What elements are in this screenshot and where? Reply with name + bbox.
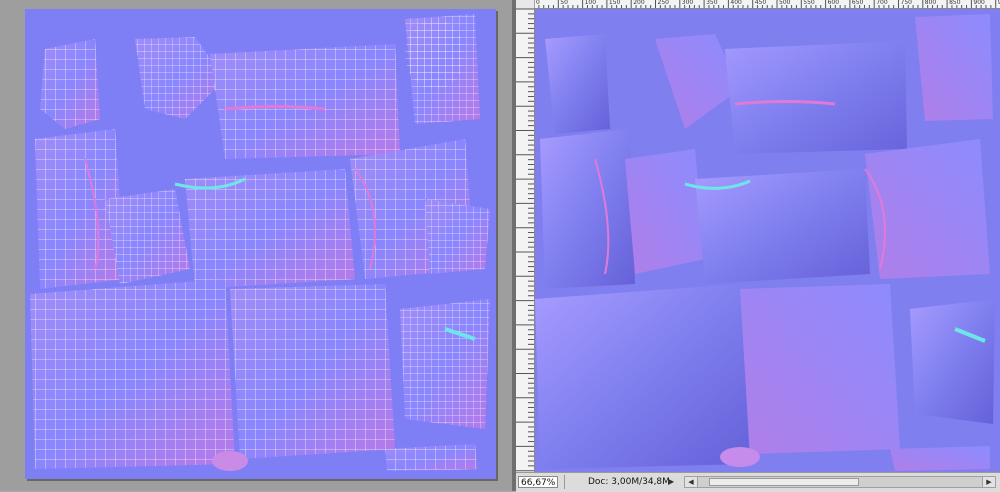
left-document-area bbox=[0, 0, 512, 491]
ruler-tick-label: 50 bbox=[560, 0, 568, 6]
ruler-tick-label: 300 bbox=[681, 0, 694, 6]
scroll-left-icon[interactable]: ◀ bbox=[685, 477, 698, 487]
uv-wireframe-canvas[interactable] bbox=[25, 9, 496, 479]
ruler-tick-label: 700 bbox=[876, 0, 888, 6]
ruler-tick-label: 850 bbox=[949, 0, 961, 6]
horizontal-ruler[interactable]: 0 50 100 150 200 250 300 350 400 450 500 550 600 650 7… bbox=[534, 0, 1000, 9]
uv-wireframe-art bbox=[30, 14, 490, 471]
normal-map-canvas[interactable] bbox=[535, 9, 1000, 472]
normal-map-art bbox=[535, 14, 995, 471]
zoom-level-field[interactable]: 66,67% bbox=[518, 476, 558, 488]
ruler-tick-label: 200 bbox=[633, 0, 645, 6]
ruler-tick-label: 500 bbox=[779, 0, 791, 6]
ruler-tick-label: 600 bbox=[827, 0, 840, 6]
ruler-tick-label: 100 bbox=[584, 0, 597, 6]
ruler-tick-label: 350 bbox=[706, 0, 718, 6]
ruler-tick-label: 400 bbox=[730, 0, 742, 6]
ruler-tick-label: 900 bbox=[973, 0, 985, 6]
scroll-right-icon[interactable]: ▶ bbox=[982, 477, 995, 487]
vertical-ruler[interactable] bbox=[516, 9, 535, 472]
ruler-tick-label: 550 bbox=[803, 0, 815, 6]
document-window: 0 50 100 150 200 250 300 350 400 450 500 550 600 650 7… bbox=[516, 0, 1000, 492]
ruler-tick-label: 0 bbox=[536, 0, 540, 6]
status-bar: 66,67% Doc: 3,00M/34,8M ▶ ◀ ▶ bbox=[516, 472, 1000, 492]
ruler-tick-label: 800 bbox=[924, 0, 937, 6]
ruler-tick-label: 650 bbox=[851, 0, 864, 6]
ruler-tick-label: 450 bbox=[754, 0, 767, 6]
scroll-thumb[interactable] bbox=[709, 478, 859, 486]
status-divider bbox=[564, 475, 565, 489]
ruler-tick-label: 250 bbox=[657, 0, 669, 6]
horizontal-scrollbar[interactable]: ◀ ▶ bbox=[684, 476, 996, 488]
ruler-tick-label: 150 bbox=[608, 0, 621, 6]
ruler-tick-label: 750 bbox=[900, 0, 912, 6]
document-size-info: Doc: 3,00M/34,8M bbox=[588, 477, 670, 487]
status-menu-arrow-icon[interactable]: ▶ bbox=[668, 476, 674, 488]
ruler-corner[interactable] bbox=[516, 0, 535, 9]
